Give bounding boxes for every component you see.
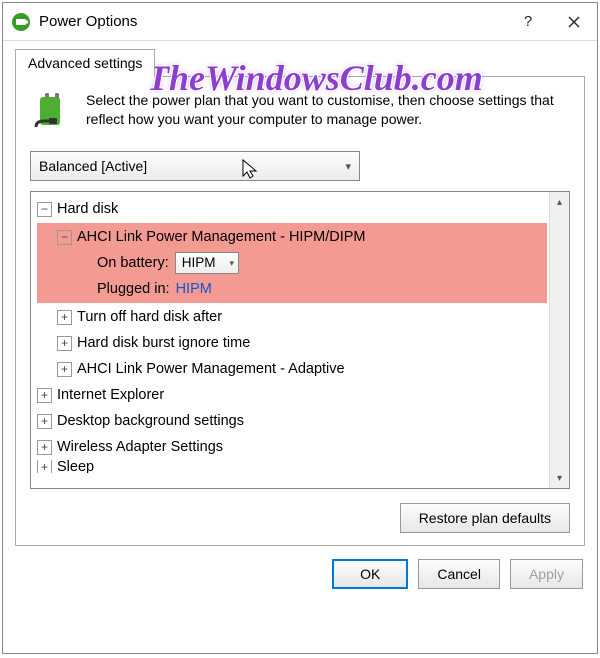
settings-tree-body[interactable]: − Hard disk − AHCI Link Power Management… <box>31 192 549 488</box>
apply-button: Apply <box>510 559 583 589</box>
tab-panel: Select the power plan that you want to c… <box>15 76 585 546</box>
titlebar: Power Options ? <box>3 3 597 41</box>
expand-icon[interactable]: + <box>37 460 52 473</box>
power-options-dialog: Power Options ? Advanced settings Select… <box>2 2 598 654</box>
scroll-up-arrow[interactable]: ▴ <box>550 192 569 212</box>
setting-on-battery: On battery: HIPM ▾ <box>37 250 547 276</box>
settings-tree: − Hard disk − AHCI Link Power Management… <box>30 191 570 489</box>
tree-node-sleep[interactable]: + Sleep <box>37 460 547 473</box>
on-battery-label: On battery: <box>97 250 169 276</box>
battery-plug-icon <box>30 91 74 135</box>
plugged-in-value[interactable]: HIPM <box>176 276 212 302</box>
scroll-down-arrow[interactable]: ▾ <box>550 468 569 488</box>
expand-icon[interactable]: + <box>37 388 52 403</box>
close-button[interactable] <box>551 3 597 41</box>
dialog-button-row: OK Cancel Apply <box>3 559 597 603</box>
setting-plugged-in: Plugged in: HIPM <box>37 276 547 302</box>
collapse-icon[interactable]: − <box>37 202 52 217</box>
expand-icon[interactable]: + <box>57 336 72 351</box>
power-options-icon <box>11 12 31 32</box>
instructions-text: Select the power plan that you want to c… <box>86 91 570 129</box>
expand-icon[interactable]: + <box>37 414 52 429</box>
cancel-button[interactable]: Cancel <box>418 559 500 589</box>
mouse-cursor <box>241 158 259 183</box>
tab-strip: Advanced settings <box>3 41 597 77</box>
tree-node-desktop-bg[interactable]: + Desktop background settings <box>37 408 547 434</box>
restore-defaults-button[interactable]: Restore plan defaults <box>400 503 570 533</box>
tree-node-hd-burst[interactable]: + Hard disk burst ignore time <box>37 330 547 356</box>
tree-node-turn-off-hd[interactable]: + Turn off hard disk after <box>37 304 547 330</box>
help-button[interactable]: ? <box>505 3 551 41</box>
collapse-icon[interactable]: − <box>57 230 72 245</box>
power-plan-dropdown[interactable]: Balanced [Active] ▾ <box>30 151 360 181</box>
highlighted-zone: − AHCI Link Power Management - HIPM/DIPM… <box>37 223 547 303</box>
plugged-in-label: Plugged in: <box>97 276 170 302</box>
expand-icon[interactable]: + <box>57 310 72 325</box>
tab-advanced-settings[interactable]: Advanced settings <box>15 49 155 77</box>
chevron-down-icon: ▾ <box>345 160 351 173</box>
ok-button[interactable]: OK <box>332 559 408 589</box>
tree-node-wireless[interactable]: + Wireless Adapter Settings <box>37 434 547 460</box>
power-plan-selected: Balanced [Active] <box>39 158 147 174</box>
tree-node-ahci-adaptive[interactable]: + AHCI Link Power Management - Adaptive <box>37 356 547 382</box>
chevron-down-icon: ▾ <box>229 250 234 276</box>
tree-node-hard-disk[interactable]: − Hard disk <box>37 196 547 222</box>
tree-node-ahci-hipm-dipm[interactable]: − AHCI Link Power Management - HIPM/DIPM <box>37 224 547 250</box>
expand-icon[interactable]: + <box>37 440 52 455</box>
tree-scrollbar[interactable]: ▴ ▾ <box>549 192 569 488</box>
tree-node-internet-explorer[interactable]: + Internet Explorer <box>37 382 547 408</box>
expand-icon[interactable]: + <box>57 362 72 377</box>
dialog-title: Power Options <box>39 13 505 30</box>
on-battery-dropdown[interactable]: HIPM ▾ <box>175 252 239 274</box>
